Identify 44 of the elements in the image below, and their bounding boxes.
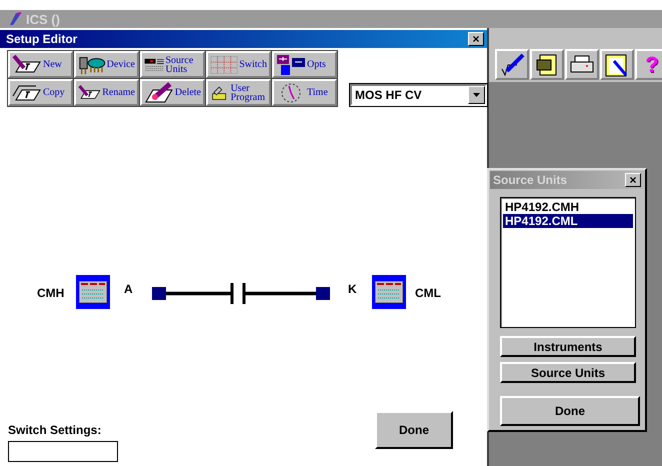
instrument-icon <box>375 281 403 303</box>
dialog-button[interactable]: Instruments <box>500 336 636 357</box>
toolbar-button[interactable]: Rename <box>74 79 139 106</box>
test-type-dropdown[interactable]: MOS HF CV <box>350 84 487 106</box>
app-title: ICS () <box>26 12 60 26</box>
list-item[interactable]: HP4192.CML <box>503 214 633 228</box>
source-label: CMH <box>37 286 64 300</box>
window-title: Setup Editor <box>6 32 78 46</box>
formula-pen-icon <box>499 52 525 76</box>
pin-label: K <box>348 282 357 296</box>
options-icon <box>276 54 306 76</box>
switch-matrix-icon <box>210 54 238 76</box>
switch-settings-label: Switch Settings: <box>8 423 102 437</box>
toolbar-button[interactable] <box>495 49 529 80</box>
dialog-button[interactable]: Source Units <box>500 362 636 383</box>
source-label: CML <box>415 286 441 300</box>
toolbar-button[interactable] <box>565 49 599 80</box>
pin-label: A <box>124 282 133 296</box>
toolbar-button[interactable]: Device <box>74 51 139 78</box>
toolbar-button[interactable]: User Program <box>206 79 271 106</box>
toolbar-button[interactable]: Source Units <box>140 51 205 78</box>
switch-settings-field[interactable] <box>8 441 118 462</box>
source-unit-node[interactable] <box>372 275 406 309</box>
close-button[interactable]: × <box>468 32 484 46</box>
toolbar-button[interactable]: Time <box>272 79 337 106</box>
toolbar-button[interactable] <box>530 49 564 80</box>
clipboard-icon <box>604 52 630 76</box>
app-logo-icon <box>8 12 22 26</box>
dialog-title: Source Units <box>493 173 568 187</box>
done-button[interactable]: Done <box>500 396 640 426</box>
eraser-icon <box>144 82 174 104</box>
pen-paper-icon <box>12 54 42 76</box>
help-icon: ? <box>645 52 659 78</box>
toolbar-button[interactable]: Switch <box>206 51 271 78</box>
toolbar-button[interactable] <box>600 49 634 80</box>
close-button[interactable]: × <box>625 173 641 187</box>
toolbar-button[interactable]: Copy <box>8 79 73 106</box>
done-button[interactable]: Done <box>375 411 453 449</box>
instrument-icon <box>79 281 107 303</box>
toolbar-button[interactable]: New <box>8 51 73 78</box>
list-item[interactable]: HP4192.CMH <box>503 200 633 214</box>
source-unit-node[interactable] <box>76 275 110 309</box>
toolbar-button[interactable]: Delete <box>140 79 205 106</box>
toolbar-button[interactable]: Opts <box>272 51 337 78</box>
